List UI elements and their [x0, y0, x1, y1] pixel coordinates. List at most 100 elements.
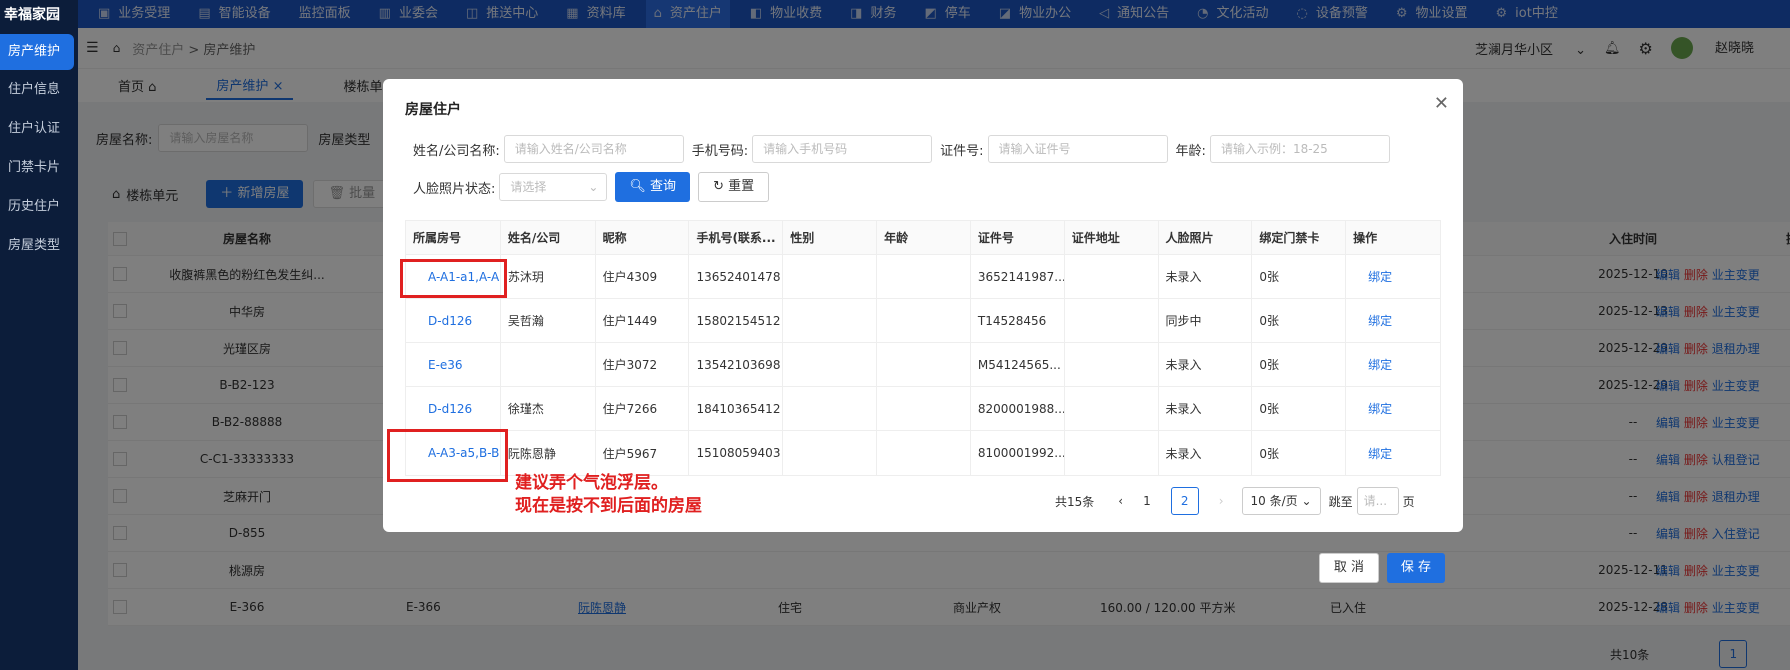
gender — [783, 299, 878, 342]
age — [877, 299, 971, 342]
face-photo-status: 未录入 — [1159, 343, 1253, 386]
age — [877, 431, 971, 475]
id-number: M54124565... — [971, 343, 1065, 386]
nickname: 住户7266 — [596, 387, 690, 430]
annotation-box-2 — [387, 429, 508, 482]
id-input[interactable]: 请输入证件号 — [987, 135, 1168, 163]
id-number: 8200001988... — [971, 387, 1065, 430]
jump-label: 跳至 — [1328, 494, 1353, 509]
table-row: D-d126 徐瑾杰 住户7266 18410365412 8200001988... 未… — [406, 387, 1440, 431]
bind-link[interactable]: 绑定 — [1346, 343, 1440, 386]
access-card-count: 0张 — [1252, 255, 1347, 298]
modal-pagination: 共15条 ‹ 1 2 › 10 条/页 ⌄ 跳至 请... 页 — [1055, 487, 1415, 515]
reset-button[interactable]: ↻ 重置 — [698, 172, 770, 202]
face-photo-status: 未录入 — [1159, 255, 1253, 298]
id-address — [1065, 387, 1159, 430]
resident-modal: 房屋住户 ✕ 姓名/公司名称: 请输入姓名/公司名称 手机号码: 请输入手机号码… — [383, 79, 1463, 532]
phone-number: 13652401478 — [689, 255, 784, 298]
page-size-select[interactable]: 10 条/页 ⌄ — [1241, 487, 1321, 515]
age-input[interactable]: 请输入示例：18-25 — [1209, 135, 1390, 163]
room-link[interactable]: E-e36 — [406, 343, 501, 386]
nickname: 住户3072 — [596, 343, 690, 386]
sidebar-item-resident-auth[interactable]: 住户认证 — [0, 109, 78, 148]
page-size-value: 10 条/页 — [1250, 494, 1298, 508]
annotation-line: 现在是按不到后面的房屋 — [515, 496, 702, 516]
face-status-label: 人脸照片状态: — [413, 181, 496, 197]
modal-filter-row2: 人脸照片状态: 请选择 ⌄ 🔍︎ 查询 ↻ 重置 — [413, 172, 770, 202]
sidebar-item-house-maintenance[interactable]: 房产维护 — [0, 34, 74, 70]
chevron-down-icon: ⌄ — [588, 180, 599, 194]
table-row: E-e36 住户3072 13542103698 M54124565... 未录入 0张绑… — [406, 343, 1440, 387]
column-header: 昵称 — [596, 221, 690, 254]
modal-filter-row1: 姓名/公司名称: 请输入姓名/公司名称 手机号码: 请输入手机号码 证件号: 请… — [413, 134, 1398, 164]
name-input[interactable]: 请输入姓名/公司名称 — [503, 135, 684, 163]
gender — [783, 431, 878, 475]
sidebar-item-house-type[interactable]: 房屋类型 — [0, 226, 78, 265]
cancel-button[interactable]: 取 消 — [1319, 553, 1379, 583]
refresh-icon: ↻ — [713, 179, 724, 194]
room-link[interactable]: D-d126 — [406, 387, 501, 430]
brand-logo: 幸福家园 — [4, 7, 60, 23]
annotation-line: 建议弄个气泡浮层。 — [515, 473, 668, 493]
column-header: 所属房号 — [406, 221, 501, 254]
age — [877, 255, 971, 298]
age-label: 年龄: — [1175, 143, 1206, 159]
page-suffix: 页 — [1402, 494, 1415, 509]
face-status-placeholder: 请选择 — [510, 180, 547, 194]
gender — [783, 387, 878, 430]
next-page-icon[interactable]: › — [1219, 494, 1224, 508]
jump-input[interactable]: 请... — [1356, 487, 1399, 515]
table-row: A-A3-a5,B-B2 阮陈恩静 住户5967 15108059403 8100001… — [406, 431, 1440, 475]
bind-link[interactable]: 绑定 — [1346, 255, 1440, 298]
close-icon[interactable]: ✕ — [1434, 93, 1449, 114]
id-label: 证件号: — [940, 143, 984, 159]
room-link[interactable]: D-d126 — [406, 299, 501, 342]
gender — [783, 255, 878, 298]
column-header: 手机号(联系... — [689, 221, 784, 254]
save-button[interactable]: 保 存 — [1387, 553, 1445, 583]
nickname: 住户1449 — [596, 299, 690, 342]
prev-page-icon[interactable]: ‹ — [1118, 494, 1123, 508]
column-header: 操作 — [1353, 231, 1378, 245]
column-header: 绑定门禁卡 — [1252, 221, 1347, 254]
annotation-text: 建议弄个气泡浮层。 现在是按不到后面的房屋 — [515, 472, 702, 518]
id-number: 3652141987... — [971, 255, 1065, 298]
access-card-count: 0张 — [1252, 431, 1347, 475]
resident-table-body: A-A1-a1,A-A 苏沐玥 住户4309 13652401478 365214198… — [406, 255, 1440, 475]
annotation-box-1 — [400, 259, 507, 298]
sidebar: 幸福家园 房产维护 住户信息 住户认证 门禁卡片 历史住户 房屋类型 — [0, 0, 78, 670]
page-2[interactable]: 2 — [1170, 487, 1199, 515]
table-row: A-A1-a1,A-A 苏沐玥 住户4309 13652401478 365214198… — [406, 255, 1440, 299]
column-header: 人脸照片 — [1159, 221, 1253, 254]
face-photo-status: 未录入 — [1159, 387, 1253, 430]
search-icon: 🔍︎ — [629, 179, 646, 194]
bind-link[interactable]: 绑定 — [1346, 299, 1440, 342]
column-header: 性别 — [783, 221, 878, 254]
id-address — [1065, 255, 1159, 298]
reset-label: 重置 — [728, 179, 755, 194]
access-card-count: 0张 — [1252, 299, 1347, 342]
resident-name — [501, 343, 596, 386]
id-address — [1065, 343, 1159, 386]
phone-label: 手机号码: — [691, 143, 749, 159]
resident-table: 所属房号 姓名/公司 昵称 手机号(联系... 性别 年龄 证件号 证件地址 人… — [405, 220, 1441, 476]
face-photo-status: 未录入 — [1159, 431, 1253, 475]
gender — [783, 343, 878, 386]
id-number: 8100001992... — [971, 431, 1065, 475]
page-1[interactable]: 1 — [1143, 494, 1151, 508]
query-label: 查询 — [650, 179, 677, 194]
access-card-count: 0张 — [1252, 343, 1347, 386]
query-button[interactable]: 🔍︎ 查询 — [615, 172, 691, 202]
face-photo-status: 同步中 — [1159, 299, 1253, 342]
bind-link[interactable]: 绑定 — [1346, 387, 1440, 430]
age — [877, 387, 971, 430]
age — [877, 343, 971, 386]
bind-link[interactable]: 绑定 — [1346, 431, 1440, 475]
sidebar-item-resident-info[interactable]: 住户信息 — [0, 70, 78, 109]
sidebar-item-history-resident[interactable]: 历史住户 — [0, 187, 78, 226]
face-status-select[interactable]: 请选择 ⌄ — [499, 173, 608, 201]
sidebar-item-access-card[interactable]: 门禁卡片 — [0, 148, 78, 187]
phone-number: 13542103698 — [689, 343, 784, 386]
phone-input[interactable]: 请输入手机号码 — [752, 135, 933, 163]
column-header: 证件号 — [971, 221, 1065, 254]
